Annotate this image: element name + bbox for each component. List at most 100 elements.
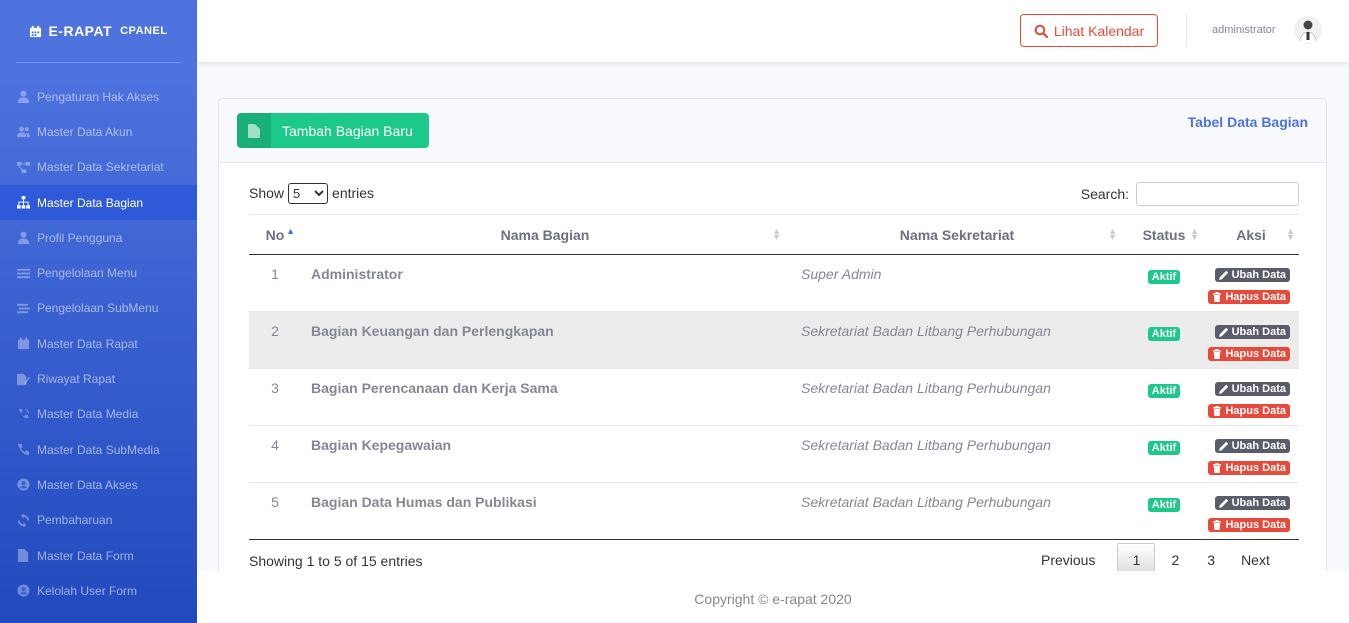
sidebar-item-label: Master Data Bagian (37, 195, 144, 210)
sidebar-item[interactable]: Master Data Bagian (0, 184, 197, 221)
user-circle-icon (16, 584, 30, 598)
edit-icon (1218, 441, 1229, 451)
search-input[interactable] (1136, 182, 1299, 206)
column-header-aksi[interactable]: Aksi ▲ ▼ (1203, 214, 1299, 255)
trash-icon (1212, 349, 1222, 359)
user-icon (16, 231, 30, 245)
hapus-data-label: Hapus Data (1225, 348, 1286, 360)
status-badge: Aktif (1147, 441, 1181, 455)
column-header-nama-bagian[interactable]: Nama Bagian ▲ ▼ (301, 214, 789, 255)
hapus-data-button[interactable]: Hapus Data (1208, 404, 1290, 418)
sidebar-menu: Pengaturan Hak Akses Master Data Akun Mast… (0, 79, 197, 608)
sort-icon: ▲ ▼ (1190, 226, 1199, 242)
cell-status: Aktif (1125, 254, 1203, 312)
ubah-data-button[interactable]: Ubah Data (1214, 325, 1290, 339)
lihat-kalendar-button[interactable]: Lihat Kalendar (1020, 14, 1158, 47)
sidebar-item[interactable]: Master Data Form (0, 538, 197, 573)
brand-subtitle: CPANEL (120, 25, 168, 37)
lihat-kalendar-label: Lihat Kalendar (1053, 22, 1145, 39)
hapus-data-button[interactable]: Hapus Data (1208, 290, 1290, 304)
table-row: 4 Bagian Kepegawaian Sekretariat Badan Lit… (249, 425, 1299, 483)
sidebar-item-label: Riwayat Rapat (37, 372, 116, 387)
avatar-image (1298, 20, 1318, 44)
hapus-data-label: Hapus Data (1225, 519, 1286, 531)
sidebar-item-label: Master Data Media (37, 407, 139, 422)
data-card: Tambah Bagian Baru Tabel Data Bagian Sho… (218, 98, 1327, 578)
sidebar-item[interactable]: Pengaturan Hak Akses (0, 79, 197, 114)
sidebar-item[interactable]: Master Data Rapat (0, 326, 197, 361)
sidebar: E-RAPAT CPANEL Pengaturan Hak Akses Maste… (0, 0, 197, 623)
sidebar-item[interactable]: Riwayat Rapat (0, 361, 197, 396)
stream-icon (16, 301, 30, 315)
cell-nama-bagian: Bagian Data Humas dan Publikasi (301, 482, 789, 540)
trash-icon (1212, 463, 1222, 473)
page-size-select[interactable]: 5 (288, 182, 329, 204)
cell-nama-bagian: Bagian Keuangan dan Perlengkapan (301, 311, 789, 369)
cell-aksi: Ubah Data Hapus Data (1203, 368, 1299, 426)
hapus-data-label: Hapus Data (1225, 291, 1286, 303)
sidebar-item[interactable]: Pembaharuan (0, 503, 197, 538)
ubah-data-button[interactable]: Ubah Data (1214, 496, 1290, 510)
cell-nama-sekretariat: Sekretariat Badan Litbang Perhubungan (789, 482, 1125, 540)
users-icon (16, 125, 30, 139)
sort-icon: ▲ (286, 226, 295, 236)
sidebar-item-label: Master Data Akun (37, 124, 133, 139)
sort-icon: ▲ ▼ (772, 226, 781, 242)
sidebar-item[interactable]: Master Data SubMedia (0, 432, 197, 467)
ubah-data-button[interactable]: Ubah Data (1214, 439, 1290, 453)
bagian-table: No ▲ Nama Bagian ▲ ▼ Nama Sekretariat ▲ ▼ Sta… (249, 214, 1299, 540)
column-header-status[interactable]: Status ▲ ▼ (1125, 214, 1203, 255)
cell-nama-sekretariat: Super Admin (789, 254, 1125, 312)
ubah-data-label: Ubah Data (1231, 383, 1286, 395)
table-body: 1 Administrator Super Admin Aktif Ubah Data H… (249, 254, 1299, 540)
column-header-nama-sekretariat[interactable]: Nama Sekretariat ▲ ▼ (789, 214, 1125, 255)
calendar-icon (16, 337, 30, 351)
trash-icon (1212, 292, 1222, 302)
avatar[interactable] (1294, 16, 1322, 44)
edit-icon (1218, 270, 1229, 280)
sidebar-item[interactable]: Master Data Akun (0, 114, 197, 149)
hapus-data-button[interactable]: Hapus Data (1208, 347, 1290, 361)
entries-label: entries (332, 185, 375, 201)
ubah-data-button[interactable]: Ubah Data (1214, 382, 1290, 396)
sort-icon: ▲ ▼ (1286, 226, 1295, 242)
cell-aksi: Ubah Data Hapus Data (1203, 482, 1299, 540)
file-signature-icon (16, 372, 30, 386)
cell-nama-sekretariat: Sekretariat Badan Litbang Perhubungan (789, 311, 1125, 369)
sidebar-item[interactable]: Kelolah User Form (0, 573, 197, 608)
sidebar-item-label: Pembaharuan (37, 513, 113, 528)
tambah-bagian-button[interactable]: Tambah Bagian Baru (237, 113, 429, 148)
ubah-data-label: Ubah Data (1231, 326, 1286, 338)
ubah-data-label: Ubah Data (1231, 497, 1286, 509)
table-row: 3 Bagian Perencanaan dan Kerja Sama Sekret… (249, 368, 1299, 426)
table-info: Showing 1 to 5 of 15 entries (249, 553, 423, 569)
sidebar-item[interactable]: Pengelolaan Menu (0, 255, 197, 290)
sidebar-item[interactable]: Master Data Sekretariat (0, 150, 197, 185)
sidebar-item-label: Kelolah User Form (37, 583, 138, 598)
ubah-data-button[interactable]: Ubah Data (1214, 268, 1290, 282)
sidebar-item[interactable]: Master Data Media (0, 397, 197, 432)
cell-status: Aktif (1125, 311, 1203, 369)
column-header-label: Aksi (1236, 226, 1266, 243)
user-name[interactable]: administrator (1212, 24, 1276, 36)
cell-status: Aktif (1125, 368, 1203, 426)
user-circle-icon (16, 478, 30, 492)
calendar-icon (30, 25, 42, 37)
sync-icon (16, 513, 30, 527)
table-row: 2 Bagian Keuangan dan Perlengkapan Sekreta… (249, 311, 1299, 369)
show-entries: Show 5 entries (249, 182, 374, 204)
cell-aksi: Ubah Data Hapus Data (1203, 311, 1299, 369)
hapus-data-button[interactable]: Hapus Data (1208, 518, 1290, 532)
sidebar-item[interactable]: Profil Pengguna (0, 220, 197, 255)
column-header-no[interactable]: No ▲ (249, 214, 301, 255)
status-badge: Aktif (1147, 327, 1181, 341)
edit-icon (1218, 498, 1229, 508)
sidebar-item[interactable]: Master Data Akses (0, 467, 197, 502)
topbar-divider (1186, 14, 1187, 47)
cell-no: 3 (249, 368, 301, 426)
user-icon (16, 90, 30, 104)
hapus-data-button[interactable]: Hapus Data (1208, 461, 1290, 475)
cell-nama-bagian: Administrator (301, 254, 789, 312)
brand[interactable]: E-RAPAT CPANEL (0, 0, 197, 62)
sidebar-item[interactable]: Pengelolaan SubMenu (0, 291, 197, 326)
